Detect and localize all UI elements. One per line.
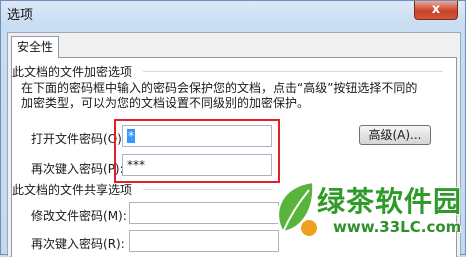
open-password-label: 打开文件密码(O): bbox=[31, 130, 126, 147]
watermark-url: www.33LC.com bbox=[333, 218, 462, 236]
reenter-password-input[interactable]: *** bbox=[122, 154, 272, 176]
sharing-reenter-password-hotkey: (R) bbox=[103, 237, 121, 251]
sharing-group-divider bbox=[143, 189, 273, 190]
encryption-description: 在下面的密码框中输入的密码会保护您的文档，点击“高级”按钮选择不同的加密类型，可… bbox=[21, 81, 418, 110]
tab-security[interactable]: 安全性 bbox=[11, 36, 59, 58]
sharing-group-label: 此文档的文件共享选项 bbox=[12, 183, 133, 197]
reenter-password-value: *** bbox=[127, 158, 145, 172]
reenter-password-label: 再次键入密码(P): bbox=[31, 160, 124, 177]
reenter-password-label-text: 再次键入密码 bbox=[31, 162, 104, 176]
open-password-input[interactable]: * bbox=[122, 125, 272, 147]
close-button[interactable]: x bbox=[414, 1, 458, 20]
advanced-button[interactable]: 高级(A)... bbox=[359, 125, 431, 145]
open-password-value: * bbox=[127, 129, 135, 143]
open-password-label-text: 打开文件密码 bbox=[31, 132, 104, 146]
modify-password-label-text: 修改文件密码 bbox=[31, 209, 104, 223]
modify-password-label: 修改文件密码(M): bbox=[31, 209, 127, 223]
modify-password-hotkey: (M) bbox=[103, 209, 123, 223]
encryption-group-label: 此文档的文件加密选项 bbox=[12, 65, 133, 79]
window-title: 选项 bbox=[7, 8, 34, 23]
options-dialog: 选项 x 安全性 此文档的文件加密选项 在下面的密码框中输入的密码会保护您的文档… bbox=[0, 0, 466, 257]
watermark: 绿茶软件园 www.33LC.com bbox=[269, 176, 463, 256]
sharing-reenter-password-label: 再次键入密码(R): bbox=[31, 237, 125, 251]
reenter-password-hotkey: (P) bbox=[103, 162, 120, 176]
encryption-group-divider bbox=[143, 71, 443, 72]
sharing-reenter-password-label-text: 再次键入密码 bbox=[31, 237, 104, 251]
open-password-hotkey: (O) bbox=[103, 132, 122, 146]
sharing-reenter-password-input[interactable] bbox=[129, 230, 279, 252]
watermark-brand: 绿茶软件园 bbox=[317, 185, 463, 218]
modify-password-input[interactable] bbox=[129, 202, 279, 224]
